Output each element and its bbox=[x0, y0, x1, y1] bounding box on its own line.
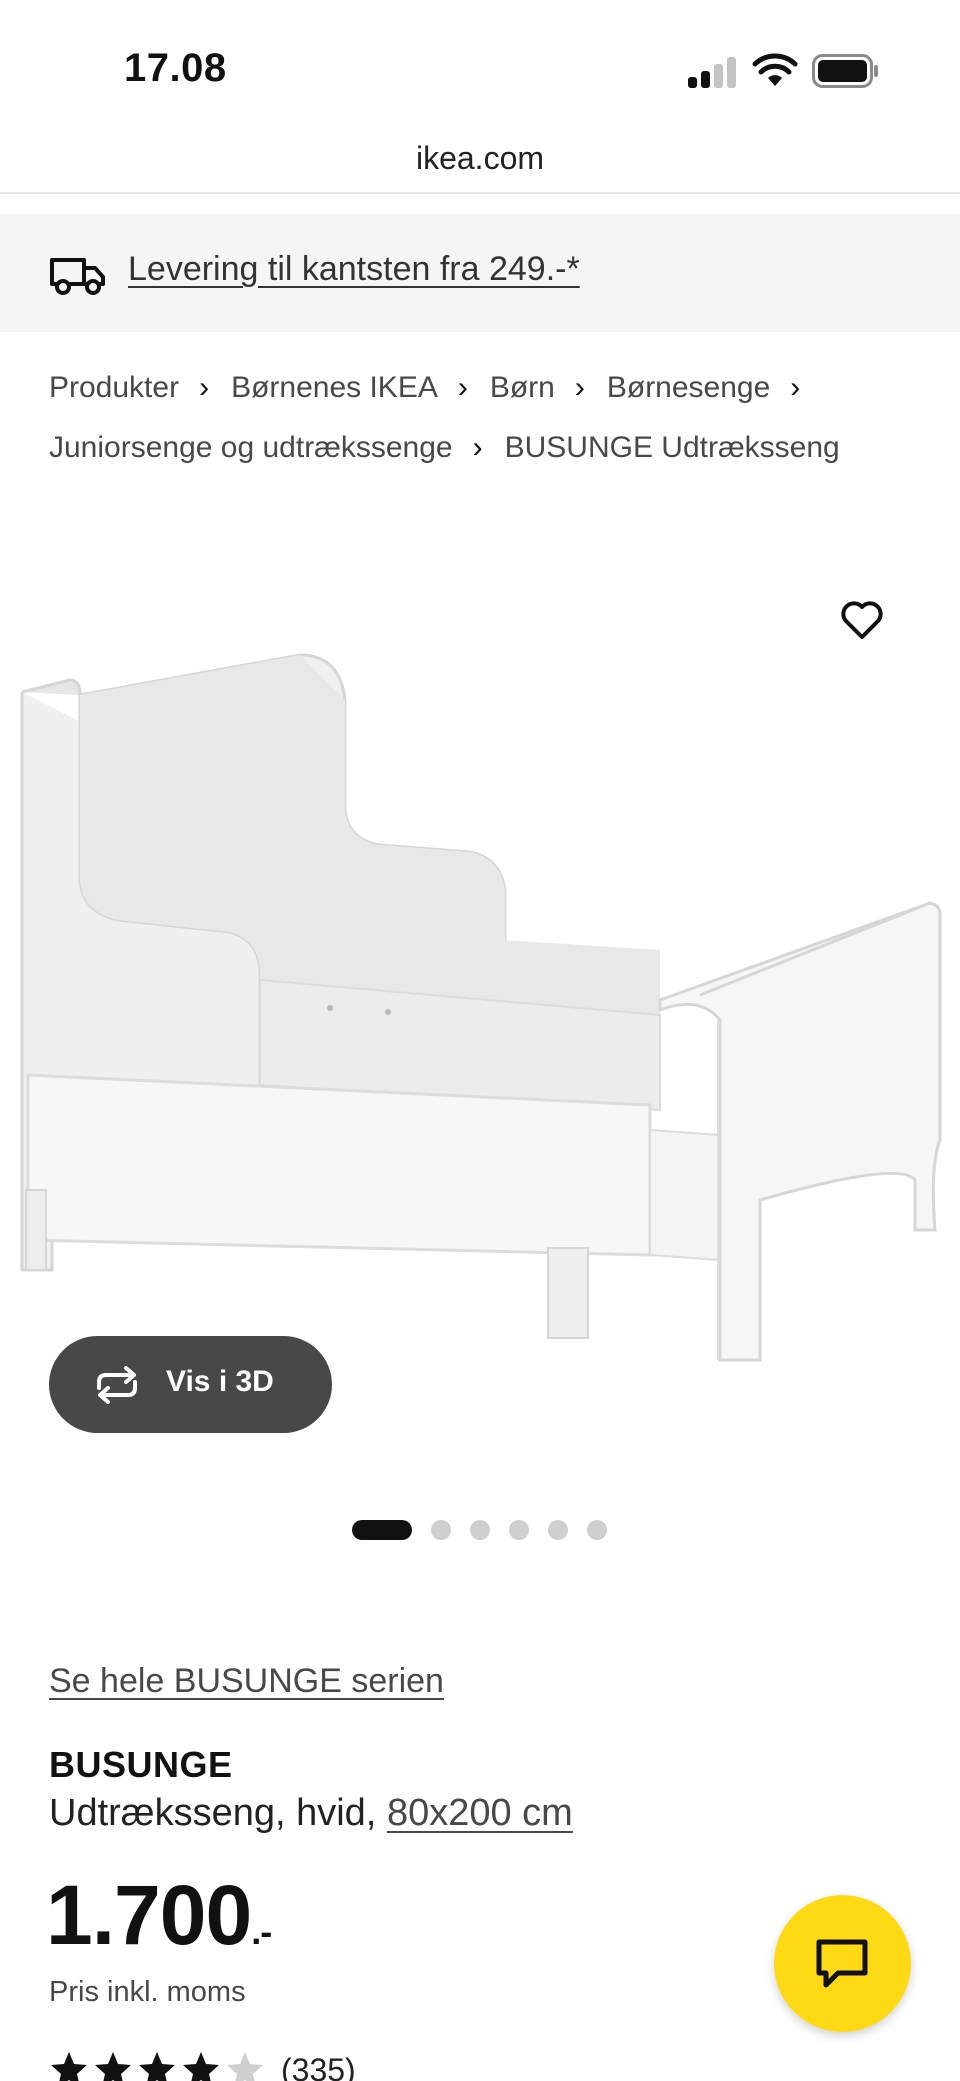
delivery-info-link[interactable]: Levering til kantsten fra 249.-* bbox=[128, 250, 580, 289]
price-suffix: .- bbox=[251, 1911, 272, 1952]
pagination-dot-1[interactable] bbox=[352, 1520, 412, 1540]
status-bar: 17.08 bbox=[0, 0, 960, 130]
status-time: 17.08 bbox=[124, 46, 227, 90]
product-image[interactable] bbox=[0, 540, 960, 1380]
heart-icon[interactable] bbox=[838, 596, 886, 644]
product-description: Udtræksseng, hvid, 80x200 cm bbox=[49, 1792, 573, 1835]
truck-icon bbox=[50, 258, 105, 295]
product-name: BUSUNGE bbox=[49, 1744, 233, 1785]
chat-button[interactable] bbox=[774, 1895, 911, 2032]
pagination-dot-6[interactable] bbox=[587, 1520, 607, 1540]
product-type: Udtræksseng, hvid, bbox=[49, 1792, 377, 1834]
wifi-icon bbox=[752, 53, 798, 86]
breadcrumb-separator-icon: › bbox=[457, 371, 468, 404]
breadcrumb-separator-icon: › bbox=[790, 371, 801, 404]
view-in-3d-button[interactable]: Vis i 3D bbox=[49, 1336, 332, 1433]
product-price: 1.700.- bbox=[46, 1868, 272, 1977]
review-count[interactable]: (335) bbox=[281, 2052, 356, 2081]
breadcrumb-item-current[interactable]: BUSUNGE Udtræksseng bbox=[505, 431, 840, 464]
breadcrumb-item-boernesenge[interactable]: Børnesenge bbox=[607, 371, 770, 404]
breadcrumb: Produkter › Børnenes IKEA › Børn › Børnesenge ›… bbox=[49, 358, 929, 478]
chat-bubble-icon bbox=[816, 1939, 868, 1988]
price-note: Pris inkl. moms bbox=[49, 1976, 246, 2008]
pagination-dot-5[interactable] bbox=[548, 1520, 568, 1540]
view-in-3d-label: Vis i 3D bbox=[166, 1365, 274, 1398]
battery-icon bbox=[812, 54, 878, 88]
breadcrumb-item-boernenes-ikea[interactable]: Børnenes IKEA bbox=[231, 371, 438, 404]
star-rating-icon bbox=[51, 2052, 263, 2081]
series-link[interactable]: Se hele BUSUNGE serien bbox=[49, 1662, 444, 1701]
rotate-arrows-icon bbox=[97, 1366, 137, 1404]
pagination-dot-2[interactable] bbox=[431, 1520, 451, 1540]
price-value: 1.700 bbox=[46, 1868, 252, 1962]
breadcrumb-item-produkter[interactable]: Produkter bbox=[49, 371, 179, 404]
breadcrumb-separator-icon: › bbox=[472, 431, 483, 464]
url-text: ikea.com bbox=[415, 140, 545, 176]
product-size-link[interactable]: 80x200 cm bbox=[387, 1792, 573, 1834]
pagination-dot-4[interactable] bbox=[509, 1520, 529, 1540]
address-bar[interactable]: ikea.com bbox=[0, 130, 960, 194]
delivery-banner[interactable]: Levering til kantsten fra 249.-* bbox=[0, 214, 960, 332]
breadcrumb-item-boern[interactable]: Børn bbox=[490, 371, 555, 404]
cellular-signal-icon bbox=[688, 56, 738, 88]
breadcrumb-separator-icon: › bbox=[199, 371, 210, 404]
breadcrumb-separator-icon: › bbox=[574, 371, 585, 404]
pagination-dot-3[interactable] bbox=[470, 1520, 490, 1540]
breadcrumb-item-juniorsenge[interactable]: Juniorsenge og udtrækssenge bbox=[49, 431, 453, 464]
